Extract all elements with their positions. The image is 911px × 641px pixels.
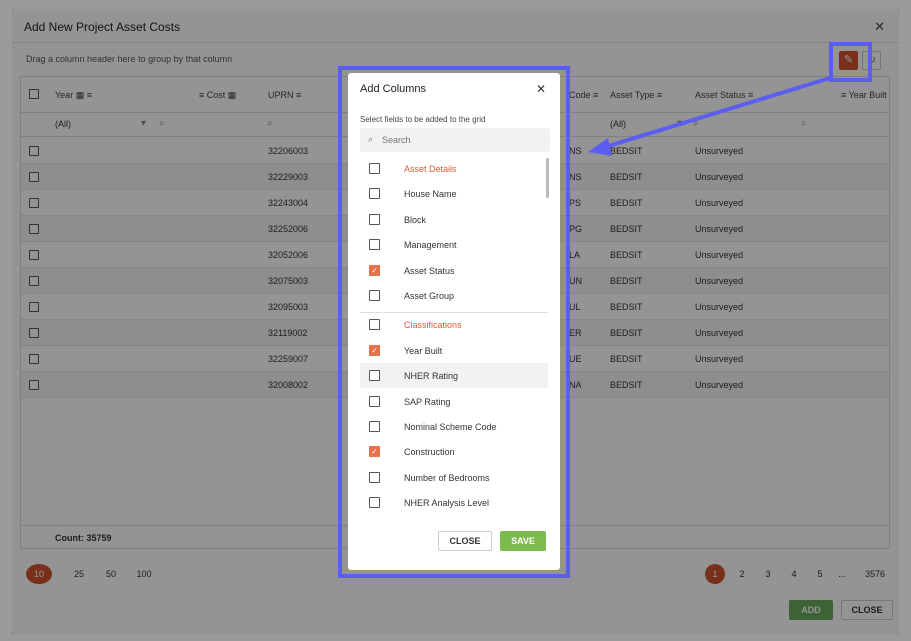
field-option[interactable]: Asset Details [360,156,548,181]
dialog-subtitle: Select fields to be added to the grid [360,115,486,124]
field-option[interactable]: Number of Bedrooms [360,465,548,490]
field-label: Number of Bedrooms [404,472,490,483]
field-checkbox[interactable] [369,497,380,509]
dialog-close-button[interactable]: CLOSE [438,531,492,551]
field-option[interactable]: NHER Rating [360,363,548,389]
field-checkbox[interactable] [369,290,380,301]
field-checkbox[interactable] [369,163,380,174]
field-label: Construction [404,447,455,458]
field-checkbox[interactable]: ✓ [369,344,380,356]
field-option[interactable]: House Name [360,181,548,206]
field-checkbox[interactable] [369,213,380,225]
field-checkbox[interactable] [369,239,380,251]
field-option[interactable]: Classifications [360,312,548,337]
dialog-save-button[interactable]: SAVE [500,531,546,551]
field-checkbox[interactable]: ✓ [369,446,380,458]
field-checkbox[interactable] [369,319,380,331]
field-label: Classifications [404,320,462,331]
field-label: Nominal Scheme Code [404,422,497,432]
field-checkbox[interactable] [369,188,380,200]
field-label: Asset Status [404,265,455,276]
field-option[interactable]: NHER Analysis Level [360,490,548,511]
field-option[interactable]: ✓ Year Built [360,338,548,363]
field-option[interactable]: Nominal Scheme Code [360,414,548,439]
dialog-close-icon[interactable]: ✕ [536,82,546,96]
field-option[interactable]: Management [360,232,548,257]
field-option[interactable]: Asset Group [360,283,548,308]
field-option[interactable]: Block [360,207,548,232]
field-label: Management [404,240,457,251]
field-list: Asset Details House Name Block Management ✓ A… [360,156,548,511]
field-option[interactable]: ✓ Construction [360,439,548,464]
field-label: NHER Analysis Level [404,498,490,509]
field-list-scrollbar[interactable] [546,158,549,198]
field-label: Block [404,214,427,225]
dialog-title: Add Columns [360,83,427,95]
field-label: NHER Rating [404,371,459,382]
field-checkbox[interactable]: ✓ [369,264,380,276]
field-label: House Name [404,189,457,200]
field-label: Year Built [404,345,443,356]
field-checkbox[interactable] [369,471,380,483]
field-option[interactable]: SAP Rating [360,389,548,414]
edit-button-highlight-outline [829,42,872,82]
field-checkbox[interactable] [369,370,380,382]
field-search: ⌕ [360,128,550,152]
field-label: Asset Details [404,164,457,174]
field-label: Asset Group [404,291,455,301]
add-columns-dialog: Add Columns ✕ Select fields to be added … [348,73,560,570]
field-option[interactable]: ✓ Asset Status [360,258,548,283]
field-search-input[interactable] [382,132,542,148]
field-checkbox[interactable] [369,395,380,407]
field-checkbox[interactable] [369,421,380,432]
field-label: SAP Rating [404,396,451,407]
search-icon: ⌕ [368,134,374,144]
